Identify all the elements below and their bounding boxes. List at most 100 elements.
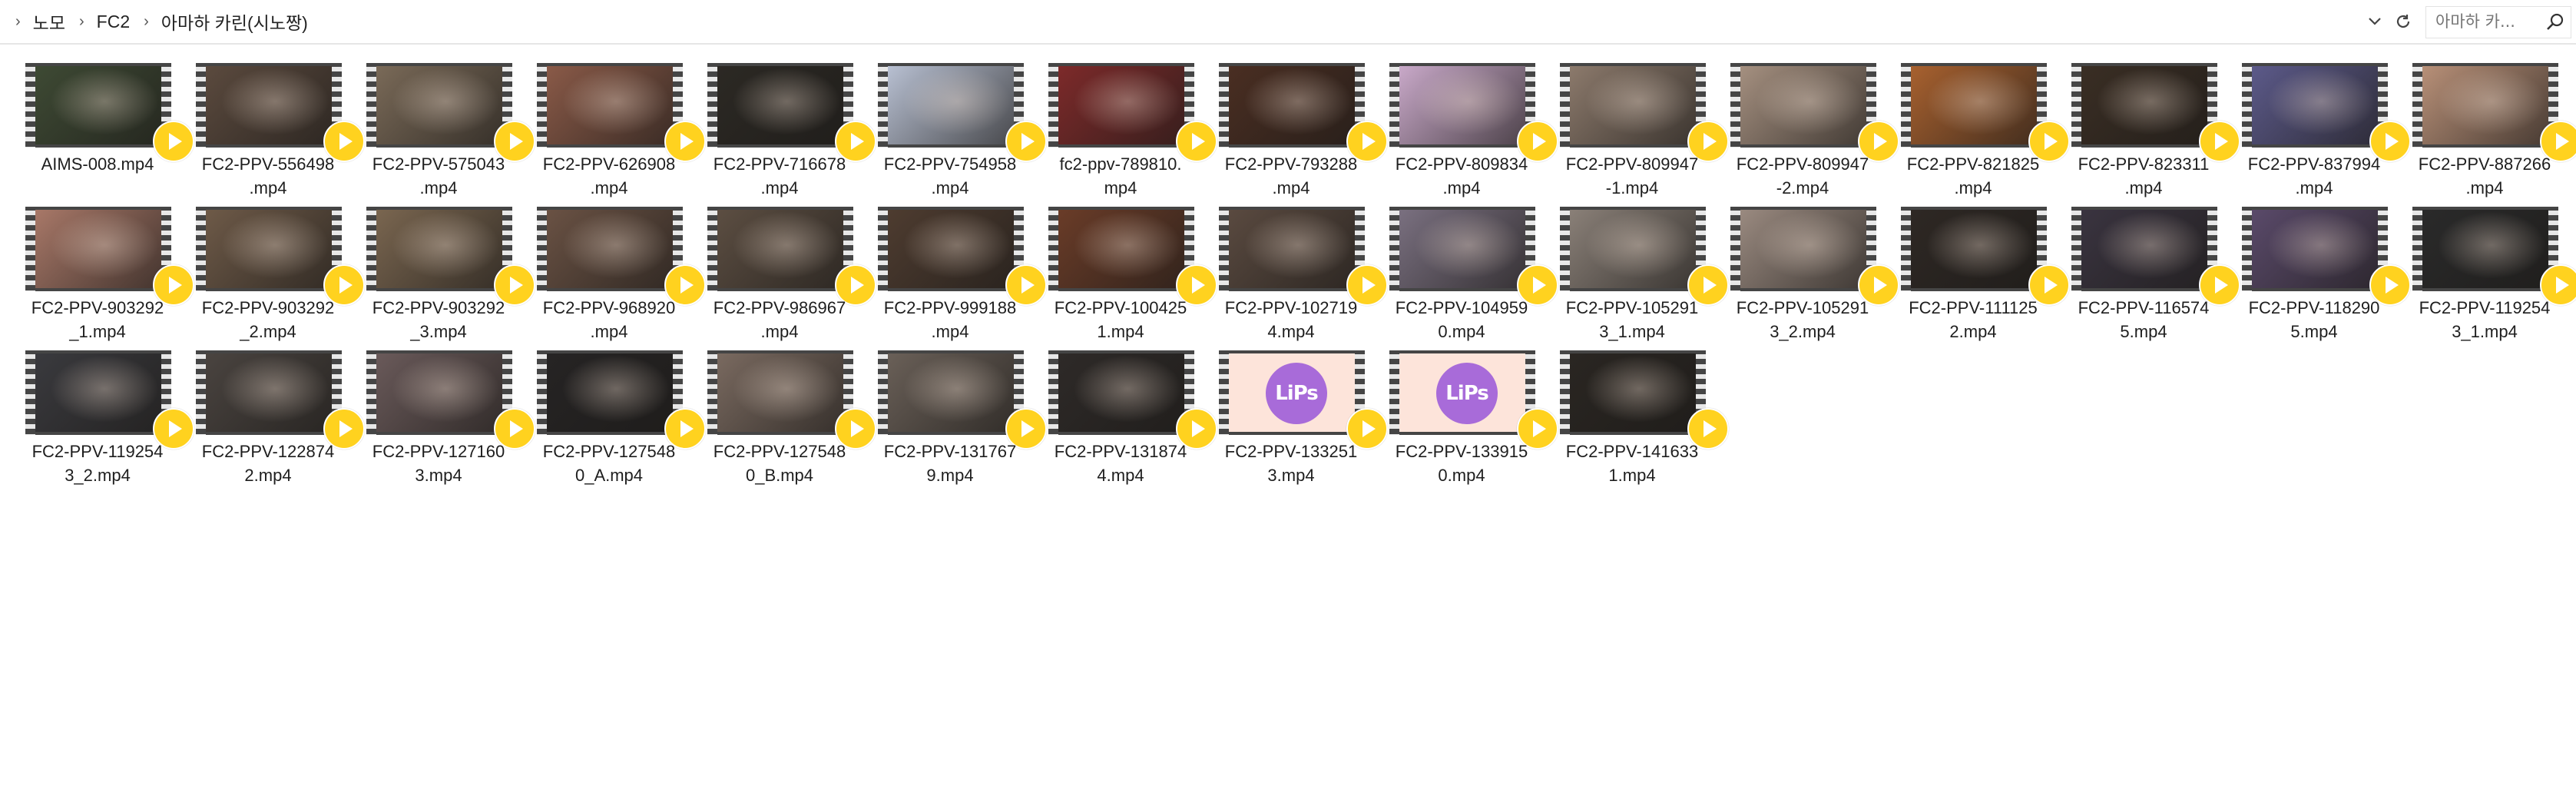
video-thumbnail[interactable] xyxy=(1048,350,1217,450)
search-icon[interactable] xyxy=(2545,12,2566,33)
breadcrumb-item-current[interactable]: 아마하 카린(시노짱) xyxy=(158,7,311,36)
file-name[interactable]: FC2-PPV-999188 .mp4 xyxy=(865,296,1035,343)
file-item[interactable]: LiPs FC2-PPV-133251 3.mp4 xyxy=(1206,343,1388,486)
file-item[interactable]: FC2-PPV-127160 3.mp4 xyxy=(353,343,535,487)
video-thumbnail[interactable] xyxy=(1901,63,2070,162)
file-name[interactable]: FC2-PPV-127548 0_B.mp4 xyxy=(694,440,865,487)
file-item[interactable]: FC2-PPV-986967 .mp4 xyxy=(694,199,876,343)
file-item[interactable]: FC2-PPV-754958 .mp4 xyxy=(865,55,1047,200)
video-thumbnail[interactable] xyxy=(1389,63,1558,162)
file-item[interactable]: FC2-PPV-111125 2.mp4 xyxy=(1888,199,2070,343)
file-item[interactable]: FC2-PPV-105291 3_1.mp4 xyxy=(1547,199,1729,343)
file-item[interactable]: FC2-PPV-809947 -1.mp4 xyxy=(1547,55,1729,200)
file-item[interactable]: FC2-PPV-823311 .mp4 xyxy=(2058,55,2240,199)
file-item[interactable]: FC2-PPV-104959 0.mp4 xyxy=(1376,199,1558,343)
file-name[interactable]: FC2-PPV-809947 -2.mp4 xyxy=(1717,152,1888,200)
file-item[interactable]: AIMS-008.mp4 xyxy=(12,55,194,199)
video-thumbnail[interactable] xyxy=(878,207,1047,306)
video-thumbnail[interactable] xyxy=(366,63,535,162)
chevron-right-icon[interactable]: › xyxy=(15,13,21,31)
file-name[interactable]: FC2-PPV-116574 5.mp4 xyxy=(2058,296,2229,343)
video-thumbnail[interactable] xyxy=(366,207,535,306)
file-name[interactable]: FC2-PPV-903292 _3.mp4 xyxy=(353,296,524,343)
video-thumbnail[interactable] xyxy=(366,350,535,450)
file-name[interactable]: FC2-PPV-141633 1.mp4 xyxy=(1547,440,1717,487)
video-thumbnail[interactable] xyxy=(1219,63,1388,162)
search-input[interactable] xyxy=(2435,7,2543,36)
file-item[interactable]: FC2-PPV-903292 _3.mp4 xyxy=(353,199,535,343)
file-item[interactable]: FC2-PPV-119254 3_1.mp4 xyxy=(2399,199,2576,343)
file-name[interactable]: FC2-PPV-111125 2.mp4 xyxy=(1888,296,2058,343)
video-thumbnail[interactable] xyxy=(1560,350,1729,450)
video-thumbnail[interactable] xyxy=(2412,63,2576,162)
video-thumbnail[interactable] xyxy=(878,63,1047,162)
file-item[interactable]: FC2-PPV-127548 0_B.mp4 xyxy=(694,343,876,487)
file-name[interactable]: FC2-PPV-626908 .mp4 xyxy=(524,152,694,200)
video-thumbnail[interactable] xyxy=(1219,207,1388,306)
video-thumbnail[interactable] xyxy=(1560,207,1729,306)
chevron-right-icon[interactable]: › xyxy=(79,13,84,31)
file-item[interactable]: FC2-PPV-968920 .mp4 xyxy=(524,199,706,343)
file-name[interactable]: FC2-PPV-793288 .mp4 xyxy=(1206,152,1376,200)
video-thumbnail[interactable] xyxy=(537,207,706,306)
breadcrumb-item-1[interactable]: 노모 xyxy=(30,7,68,36)
file-name[interactable]: FC2-PPV-127160 3.mp4 xyxy=(353,440,524,487)
file-item[interactable]: FC2-PPV-556498 .mp4 xyxy=(183,55,365,200)
file-name[interactable]: FC2-PPV-105291 3_1.mp4 xyxy=(1547,296,1717,343)
video-thumbnail[interactable] xyxy=(196,350,365,450)
file-name[interactable]: FC2-PPV-903292 _2.mp4 xyxy=(183,296,353,343)
video-thumbnail[interactable]: LiPs xyxy=(1219,350,1388,450)
file-item[interactable]: FC2-PPV-821825 .mp4 xyxy=(1888,55,2070,200)
refresh-icon[interactable] xyxy=(2390,8,2416,35)
search-box[interactable] xyxy=(2425,6,2571,38)
file-name[interactable]: AIMS-008.mp4 xyxy=(12,152,183,176)
video-thumbnail[interactable] xyxy=(25,207,194,306)
file-item[interactable]: FC2-PPV-131874 4.mp4 xyxy=(1035,343,1217,487)
file-item[interactable]: FC2-PPV-887266 .mp4 xyxy=(2399,55,2576,200)
file-item[interactable]: FC2-PPV-999188 .mp4 xyxy=(865,199,1047,343)
file-name[interactable]: FC2-PPV-887266 .mp4 xyxy=(2399,152,2570,200)
file-name[interactable]: FC2-PPV-131874 4.mp4 xyxy=(1035,440,1206,487)
chevron-right-icon[interactable]: › xyxy=(144,13,149,31)
video-thumbnail[interactable] xyxy=(1730,63,1899,162)
file-item[interactable]: fc2-ppv-789810. mp4 xyxy=(1035,55,1217,200)
file-name[interactable]: FC2-PPV-575043 .mp4 xyxy=(353,152,524,200)
file-item[interactable]: FC2-PPV-575043 .mp4 xyxy=(353,55,535,200)
chevron-down-icon[interactable] xyxy=(2364,11,2386,32)
video-thumbnail[interactable] xyxy=(707,63,876,162)
file-item[interactable]: FC2-PPV-102719 4.mp4 xyxy=(1206,199,1388,343)
video-thumbnail[interactable] xyxy=(1048,207,1217,306)
file-name[interactable]: FC2-PPV-754958 .mp4 xyxy=(865,152,1035,200)
file-name[interactable]: FC2-PPV-122874 2.mp4 xyxy=(183,440,353,487)
file-name[interactable]: FC2-PPV-102719 4.mp4 xyxy=(1206,296,1376,343)
file-name[interactable]: FC2-PPV-118290 5.mp4 xyxy=(2229,296,2399,343)
file-name[interactable]: FC2-PPV-127548 0_A.mp4 xyxy=(524,440,694,487)
file-item[interactable]: FC2-PPV-100425 1.mp4 xyxy=(1035,199,1217,343)
video-thumbnail[interactable] xyxy=(25,63,194,162)
video-thumbnail[interactable] xyxy=(2242,207,2411,306)
file-name[interactable]: FC2-PPV-119254 3_1.mp4 xyxy=(2399,296,2570,343)
file-name[interactable]: FC2-PPV-837994 .mp4 xyxy=(2229,152,2399,200)
file-item[interactable]: FC2-PPV-122874 2.mp4 xyxy=(183,343,365,487)
video-thumbnail[interactable] xyxy=(707,207,876,306)
file-item[interactable]: LiPs FC2-PPV-133915 0.mp4 xyxy=(1376,343,1558,487)
video-thumbnail[interactable] xyxy=(707,350,876,450)
file-name[interactable]: FC2-PPV-119254 3_2.mp4 xyxy=(12,440,183,487)
file-name[interactable]: FC2-PPV-809947 -1.mp4 xyxy=(1547,152,1717,200)
video-thumbnail[interactable] xyxy=(2071,63,2240,162)
breadcrumb-item-2[interactable]: FC2 xyxy=(94,10,133,34)
file-name[interactable]: FC2-PPV-821825 .mp4 xyxy=(1888,152,2058,200)
file-name[interactable]: FC2-PPV-133915 0.mp4 xyxy=(1376,440,1547,487)
file-name[interactable]: FC2-PPV-131767 9.mp4 xyxy=(865,440,1035,487)
file-item[interactable]: FC2-PPV-116574 5.mp4 xyxy=(2058,199,2240,343)
file-name[interactable]: FC2-PPV-556498 .mp4 xyxy=(183,152,353,200)
file-item[interactable]: FC2-PPV-141633 1.mp4 xyxy=(1547,343,1729,487)
video-thumbnail[interactable] xyxy=(2071,207,2240,306)
file-name[interactable]: FC2-PPV-968920 .mp4 xyxy=(524,296,694,343)
file-item[interactable]: FC2-PPV-118290 5.mp4 xyxy=(2229,199,2411,343)
file-item[interactable]: FC2-PPV-809947 -2.mp4 xyxy=(1717,55,1899,200)
video-thumbnail[interactable] xyxy=(25,350,194,450)
video-thumbnail[interactable] xyxy=(1901,207,2070,306)
file-name[interactable]: fc2-ppv-789810. mp4 xyxy=(1035,152,1206,200)
video-thumbnail[interactable] xyxy=(1730,207,1899,306)
